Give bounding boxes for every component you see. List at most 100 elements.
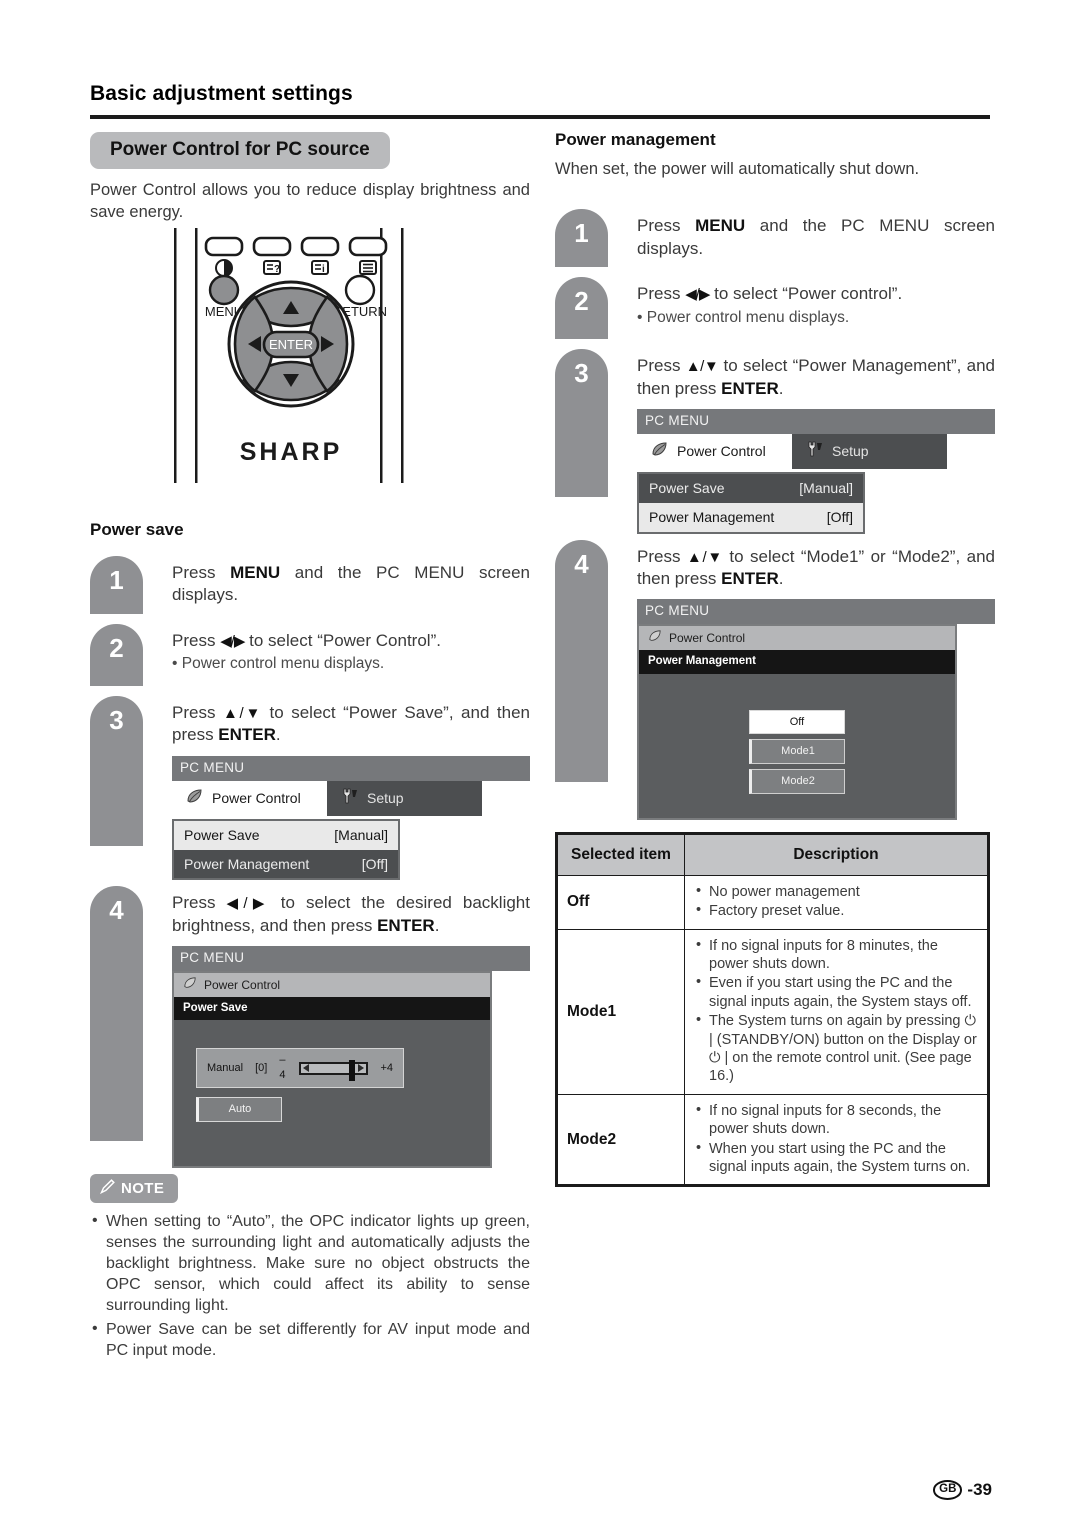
section-pill-power-control: Power Control for PC source — [90, 132, 390, 169]
osd-row-power-save[interactable]: Power Save [Manual] — [174, 820, 398, 850]
step-text-bold: ENTER — [218, 725, 276, 745]
dpad-lr-icon: ◀/▶ — [685, 285, 710, 303]
step-text-a: Press — [637, 283, 686, 303]
step-text: Press ▲/▼ to select “Mode1” or “Mode2”, … — [637, 540, 995, 820]
osd-row-label: Power Save — [649, 480, 725, 497]
osd-row-power-save[interactable]: Power Save [Manual] — [639, 474, 863, 503]
description-list: No power management Factory preset value… — [694, 882, 978, 921]
option-mode1[interactable]: Mode1 — [749, 739, 845, 765]
step-2: 2 Press ◀/▶ to select “Power control”. •… — [555, 276, 995, 343]
note-items: When setting to “Auto”, the OPC indicato… — [90, 1211, 530, 1362]
right-column: Power management When set, the power wil… — [555, 130, 995, 1188]
svg-text:i: i — [322, 264, 325, 275]
table-cell-description: If no signal inputs for 8 minutes, the p… — [684, 928, 989, 1095]
osd-tabs: Power Control Setup — [172, 781, 530, 816]
osd-power-save-panel: PC MENU Power Control Power Save Manual … — [172, 945, 530, 1169]
svg-text:ENTER: ENTER — [269, 337, 313, 352]
osd-title: PC MENU — [172, 756, 530, 782]
title-divider — [90, 115, 990, 119]
leaf-icon — [186, 789, 203, 809]
dpad-ud-icon: ▲/▼ — [222, 704, 263, 722]
step-text: Press MENU and the PC MENU screen displa… — [637, 209, 995, 261]
step-4: 4 Press ▲/▼ to select “Mode1” or “Mode2”… — [555, 539, 995, 820]
step-number-badge: 4 — [555, 539, 608, 782]
leaf-icon — [648, 630, 662, 646]
manual-page: Basic adjustment settings Power Control … — [0, 0, 1080, 1528]
subhead-power-save: Power save — [90, 519, 184, 539]
slider-mode-label: Manual — [207, 1061, 244, 1074]
page-title: Basic adjustment settings — [90, 82, 353, 105]
svg-text:SHARP: SHARP — [240, 438, 343, 466]
step-text: Press ◀/▶ to select the desired backligh… — [172, 886, 530, 1169]
description-line: When you start using the PC and the sign… — [694, 1139, 978, 1177]
step-number-badge: 2 — [555, 276, 608, 339]
table-cell-item: Mode2 — [556, 1093, 685, 1187]
osd-row-label: Power Management — [184, 855, 310, 872]
note-item: When setting to “Auto”, the OPC indicato… — [90, 1211, 530, 1316]
pencil-icon — [99, 1179, 115, 1198]
osd-tab-power-control[interactable]: Power Control — [637, 434, 792, 470]
right-steps: 1 Press MENU and the PC MENU screen disp… — [555, 208, 995, 820]
step-text-a: Press — [172, 893, 227, 913]
osd-stage: Manual [0] –4 +4 Auto — [174, 1020, 490, 1166]
step-text-bold: ENTER — [721, 378, 779, 398]
step-1: 1 Press MENU and the PC MENU screen disp… — [555, 208, 995, 271]
osd-title: PC MENU — [637, 599, 995, 625]
osd-tab-setup[interactable]: Setup — [792, 434, 947, 470]
description-line: If no signal inputs for 8 seconds, the p… — [694, 1101, 978, 1139]
osd-pc-menu-right: PC MENU Power Control Setup Power Save [… — [637, 409, 995, 534]
step-4: 4 Press ◀/▶ to select the desired backli… — [90, 886, 530, 1169]
osd-row-power-management[interactable]: Power Management [Off] — [174, 849, 398, 879]
option-mode2[interactable]: Mode2 — [749, 769, 845, 794]
step-text-bold: MENU — [695, 215, 746, 235]
osd-row-value: [Manual] — [334, 826, 388, 843]
left-steps: 1 Press MENU and the PC MENU screen disp… — [90, 555, 530, 1169]
osd-option-list: Power Save [Manual] Power Management [Of… — [637, 472, 865, 534]
auto-button[interactable]: Auto — [196, 1096, 282, 1122]
remote-control-illustration: ? i MENU RETURN ENTER SHARP — [168, 228, 410, 488]
step-text-b: to select “Power control”. — [709, 283, 903, 303]
step-note: • Power control menu displays. — [637, 308, 850, 326]
slider-max-label: +4 — [380, 1061, 393, 1074]
table-row: Mode1 If no signal inputs for 8 minutes,… — [556, 928, 989, 1095]
osd-tab-label: Setup — [832, 443, 869, 460]
osd-breadcrumb-label: Power Control — [669, 631, 746, 646]
step-number-badge: 2 — [90, 623, 143, 686]
page-number: -39 — [967, 1480, 992, 1499]
osd-power-management-panel: PC MENU Power Control Power Management O… — [637, 599, 995, 820]
step-text-a: Press — [637, 215, 696, 235]
table-header-selected-item: Selected item — [556, 832, 685, 876]
table-cell-description: No power management Factory preset value… — [684, 874, 989, 930]
backlight-slider-row[interactable]: Manual [0] –4 +4 — [196, 1048, 404, 1088]
dpad-ud-icon: ▲/▼ — [685, 357, 719, 375]
step-text-c: . — [778, 378, 784, 398]
step-number-badge: 4 — [90, 886, 143, 1142]
backlight-slider-track[interactable] — [299, 1059, 369, 1081]
osd-tab-label: Power Control — [677, 443, 766, 460]
description-line: No power management — [694, 882, 978, 901]
osd-tab-setup[interactable]: Setup — [327, 781, 482, 816]
table-row: Off No power management Factory preset v… — [556, 874, 989, 930]
step-text: Press ▲/▼ to select “Power Save”, and th… — [172, 696, 530, 881]
table-cell-item: Mode1 — [556, 928, 685, 1095]
wrench-icon — [806, 441, 823, 462]
step-text: Press ◀/▶ to select “Power control”. • P… — [637, 277, 995, 329]
osd-title: PC MENU — [637, 409, 995, 435]
osd-tab-power-control[interactable]: Power Control — [172, 781, 327, 816]
osd-panel: Power Control Power Save Manual [0] –4 +… — [172, 971, 492, 1169]
note-block: NOTE When setting to “Auto”, the OPC ind… — [90, 1174, 530, 1362]
osd-row-value: [Off] — [361, 855, 388, 872]
osd-row-label: Power Management — [649, 508, 775, 525]
osd-breadcrumb-power-save: Power Save — [174, 997, 490, 1021]
osd-tabs: Power Control Setup — [637, 434, 995, 470]
slider-left-arrow-icon — [303, 1064, 310, 1073]
step-number-badge: 1 — [90, 555, 143, 614]
osd-row-power-management[interactable]: Power Management [Off] — [639, 502, 863, 532]
step-text-a: Press — [172, 562, 231, 582]
slider-knob[interactable] — [349, 1059, 356, 1081]
osd-row-value: [Off] — [826, 508, 853, 525]
option-off[interactable]: Off — [749, 709, 845, 735]
step-text: Press ◀/▶ to select “Power Control”. • P… — [172, 624, 530, 676]
table-row: Mode2 If no signal inputs for 8 seconds,… — [556, 1093, 989, 1187]
dpad-lr-icon: ◀/▶ — [226, 895, 271, 913]
